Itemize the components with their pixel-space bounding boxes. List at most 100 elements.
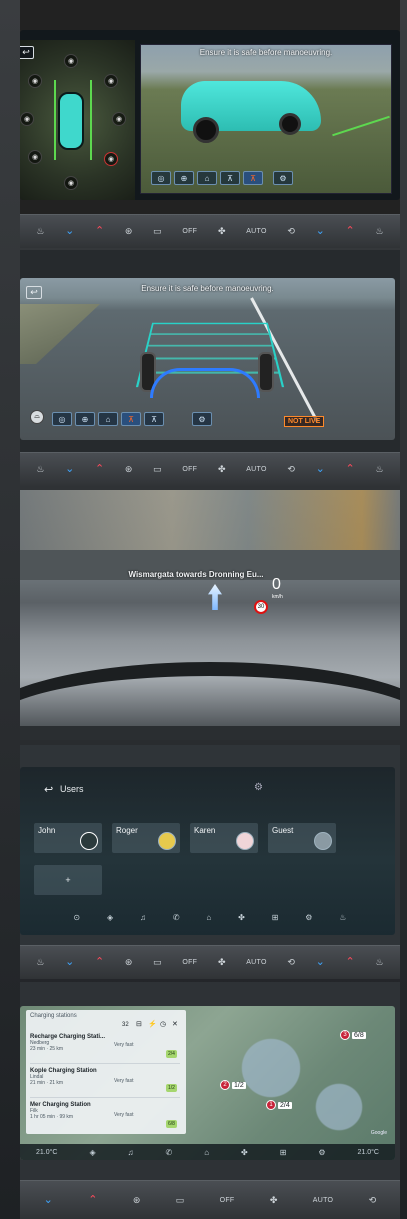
temp-down-icon[interactable]: ⌄ bbox=[65, 957, 74, 968]
camera-rear-right-icon[interactable]: ◉ bbox=[104, 152, 118, 166]
phone-icon[interactable]: ✆ bbox=[166, 1148, 173, 1157]
recirculate-icon[interactable]: ⟲ bbox=[287, 227, 295, 236]
auto-button[interactable]: AUTO bbox=[246, 466, 267, 473]
fan-icon[interactable]: ✤ bbox=[241, 1148, 248, 1157]
front-view-icon[interactable]: ⌂ bbox=[197, 171, 217, 185]
music-icon[interactable]: ♫ bbox=[128, 1148, 134, 1157]
car-red-icon[interactable]: ⊼ bbox=[243, 171, 263, 185]
settings-icon[interactable]: ⚙ bbox=[305, 913, 312, 922]
phone-icon[interactable]: ✆ bbox=[173, 913, 180, 922]
defrost-front-icon[interactable]: ⊛ bbox=[125, 227, 133, 236]
user-card-roger[interactable]: Roger bbox=[112, 823, 180, 853]
auto-button[interactable]: AUTO bbox=[313, 1197, 334, 1204]
settings-icon[interactable]: ⚙ bbox=[318, 1148, 325, 1157]
seat-heat-icon[interactable]: ♨ bbox=[36, 465, 44, 474]
fan-off-button[interactable]: OFF bbox=[182, 466, 197, 473]
settings-icon[interactable]: ⚙ bbox=[254, 782, 263, 793]
apps-icon[interactable]: ⊞ bbox=[272, 913, 279, 922]
user-card-john[interactable]: John bbox=[34, 823, 102, 853]
clock-icon[interactable]: ◷ bbox=[160, 1020, 166, 1028]
seat-icon[interactable]: ♨ bbox=[339, 913, 346, 922]
location-icon[interactable]: ⊙ bbox=[73, 913, 80, 922]
top-view-icon[interactable]: ⊕ bbox=[75, 412, 95, 426]
apps-icon[interactable]: ⊞ bbox=[280, 1148, 287, 1157]
fan-icon[interactable]: ✤ bbox=[238, 913, 245, 922]
temp-down-right-icon[interactable]: ⌄ bbox=[316, 464, 325, 475]
defrost-front-icon[interactable]: ⊛ bbox=[125, 465, 133, 474]
user-card-karen[interactable]: Karen bbox=[190, 823, 258, 853]
car-side-icon[interactable]: ⊼ bbox=[144, 412, 164, 426]
360-view-icon[interactable]: ◎ bbox=[52, 412, 72, 426]
defrost-rear-icon[interactable]: ▭ bbox=[153, 465, 162, 474]
charger-icon[interactable]: ⚡ bbox=[148, 1020, 157, 1028]
music-icon[interactable]: ♫ bbox=[140, 913, 146, 922]
map-pin-3[interactable]: 3 6/8 bbox=[340, 1030, 366, 1040]
map-pin-1[interactable]: 1 2/4 bbox=[266, 1100, 292, 1110]
map-pin-2[interactable]: 2 1/2 bbox=[220, 1080, 246, 1090]
seat-heat-right-icon[interactable]: ♨ bbox=[375, 227, 383, 236]
close-icon[interactable]: ✕ bbox=[172, 1020, 178, 1028]
user-card-guest[interactable]: Guest bbox=[268, 823, 336, 853]
seat-heat-icon[interactable]: ♨ bbox=[36, 227, 44, 236]
temp-up-icon[interactable]: ⌃ bbox=[95, 957, 104, 968]
fan-off-button[interactable]: OFF bbox=[182, 959, 197, 966]
temp-down-right-icon[interactable]: ⌄ bbox=[316, 957, 325, 968]
list-item[interactable]: Recharge Charging Stati... Nedberg 23 mi… bbox=[30, 1034, 180, 1064]
360-view-icon[interactable]: ◎ bbox=[151, 171, 171, 185]
temp-right[interactable]: 21.0°C bbox=[358, 1149, 379, 1156]
seat-heat-icon[interactable]: ♨ bbox=[36, 958, 44, 967]
camera-rear-left-icon[interactable]: ◉ bbox=[28, 150, 42, 164]
auto-button[interactable]: AUTO bbox=[246, 228, 267, 235]
car-red-icon[interactable]: ⊼ bbox=[121, 412, 141, 426]
defrost-front-icon[interactable]: ⊛ bbox=[133, 1195, 141, 1205]
temp-up-right-icon[interactable]: ⌃ bbox=[346, 957, 355, 968]
fan-icon[interactable]: ✤ bbox=[270, 1195, 278, 1205]
home-icon[interactable]: ⌂ bbox=[206, 913, 211, 922]
fan-icon[interactable]: ✤ bbox=[218, 227, 226, 236]
top-view-icon[interactable]: ⊕ bbox=[174, 171, 194, 185]
defrost-front-icon[interactable]: ⊛ bbox=[125, 958, 133, 967]
temp-up-right-icon[interactable]: ⌃ bbox=[346, 464, 355, 475]
defrost-rear-icon[interactable]: ▭ bbox=[153, 227, 162, 236]
fan-off-button[interactable]: OFF bbox=[182, 228, 197, 235]
gear-icon[interactable]: ⚙ bbox=[273, 171, 293, 185]
add-user-button[interactable]: + bbox=[34, 865, 102, 895]
front-view-icon[interactable]: ⌂ bbox=[98, 412, 118, 426]
filter-icon[interactable]: ⊟ bbox=[136, 1020, 142, 1028]
list-item[interactable]: Kople Charging Station Lindal 21 min · 2… bbox=[30, 1068, 180, 1098]
camera-left-icon[interactable]: ◉ bbox=[28, 74, 42, 88]
camera-mid-right-icon[interactable]: ◉ bbox=[112, 112, 126, 126]
camera-toggle-icon[interactable]: ⌓ bbox=[30, 410, 44, 424]
temp-up-icon[interactable]: ⌃ bbox=[95, 226, 104, 237]
temp-down-right-icon[interactable]: ⌄ bbox=[316, 226, 325, 237]
defrost-rear-icon[interactable]: ▭ bbox=[153, 958, 162, 967]
fan-icon[interactable]: ✤ bbox=[218, 465, 226, 474]
seat-heat-right-icon[interactable]: ♨ bbox=[375, 958, 383, 967]
temp-down-icon[interactable]: ⌄ bbox=[65, 226, 74, 237]
temp-up-icon[interactable]: ⌃ bbox=[95, 464, 104, 475]
recirculate-icon[interactable]: ⟲ bbox=[287, 465, 295, 474]
temp-left[interactable]: 21.0°C bbox=[36, 1149, 57, 1156]
temp-down-icon[interactable]: ⌄ bbox=[65, 464, 74, 475]
car-side-icon[interactable]: ⊼ bbox=[220, 171, 240, 185]
back-arrow-icon[interactable]: ↩ bbox=[20, 46, 34, 59]
camera-rear-icon[interactable]: ◉ bbox=[64, 176, 78, 190]
camera-mid-left-icon[interactable]: ◉ bbox=[20, 112, 34, 126]
list-item[interactable]: Mer Charging Station Filk 1 hr 05 min · … bbox=[30, 1102, 180, 1130]
fan-off-button[interactable]: OFF bbox=[220, 1197, 235, 1204]
top-view-camera[interactable]: ◉ ◉ ◉ ◉ ◉ ◉ ◉ ◉ bbox=[20, 40, 135, 200]
navigation-icon[interactable]: ◈ bbox=[107, 913, 113, 922]
defrost-rear-icon[interactable]: ▭ bbox=[176, 1195, 185, 1205]
back-arrow-icon[interactable]: ↩ bbox=[44, 783, 53, 796]
temp-up-right-icon[interactable]: ⌃ bbox=[346, 226, 355, 237]
location-icon[interactable]: ◈ bbox=[89, 1148, 95, 1157]
fan-icon[interactable]: ✤ bbox=[218, 958, 226, 967]
recirculate-icon[interactable]: ⟲ bbox=[287, 958, 295, 967]
camera-right-icon[interactable]: ◉ bbox=[104, 74, 118, 88]
temp-up-icon[interactable]: ⌃ bbox=[88, 1194, 97, 1206]
temp-down-icon[interactable]: ⌄ bbox=[44, 1194, 53, 1206]
home-icon[interactable]: ⌂ bbox=[204, 1148, 209, 1157]
recirculate-icon[interactable]: ⟲ bbox=[369, 1195, 377, 1205]
back-arrow-icon[interactable]: ↩ bbox=[26, 286, 42, 299]
gear-icon[interactable]: ⚙ bbox=[192, 412, 212, 426]
